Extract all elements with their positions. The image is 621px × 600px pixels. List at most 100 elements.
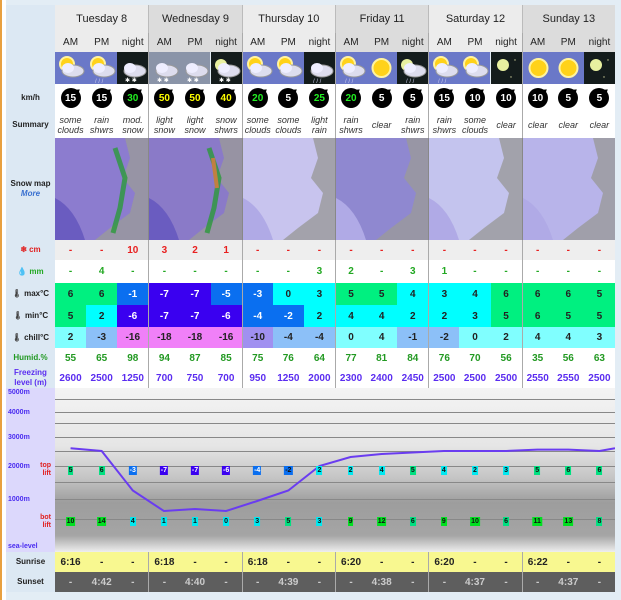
humidity-value: 63 [593,352,605,364]
humidity-value: 55 [64,352,77,364]
wind-speed: 10 [527,88,548,108]
max-temp-value: 6 [490,283,522,305]
period-label: PM [552,33,584,52]
max-temp-value: 0 [272,283,304,305]
summary-text: some clouds [57,115,84,135]
rain-mm-value: - [131,266,135,277]
sun-icon [521,52,553,84]
sun-cloud-rain-icon: / / / [334,52,367,84]
wind-arrow-icon: 5 [366,84,397,112]
moon-cloud-rain-icon: / / / [397,52,429,84]
max-temp-value: 6 [521,283,553,305]
summary-text: some clouds [275,115,302,135]
freezing-level-chart: 5 6 -3 -7 -7 -6 -4 -2 2 2 4 5 4 2 3 5 6 6 10 14 4 1 1 0 3 5 3 9 12 6 9… [55,388,615,552]
min-temp-value: 5 [583,305,615,327]
humidity-value: 81 [376,352,388,364]
snow-map-image[interactable] [521,138,615,240]
rain-mm-value: - [566,266,570,277]
bot-lift-temp: 6 [503,517,510,526]
wind-speed: 15 [91,88,112,108]
summary-text: rain shwrs [334,112,366,138]
wind-chill-value: -16 [117,327,149,348]
wind-speed: 30 [122,88,143,108]
period-label: night [303,33,335,52]
snow-cm-value: 1 [223,244,229,256]
max-temp-cells: 6 6 -1 -7 -7 -5 -3 0 3 5 5 4 3 4 6 6 6 5 [55,283,615,305]
wind-speed: 50 [154,88,175,108]
rain-mm-value: - [379,266,384,277]
sunset-time: - [583,572,615,592]
wind-chill-value: 4 [552,327,584,348]
wind-speed: 50 [184,88,205,108]
cloud-snow-icon: ✱ ✱ [179,52,211,84]
weather-icon-label [6,52,55,84]
day-header-0[interactable]: Tuesday 8 [55,5,149,33]
altitude-label: 1000m [8,496,30,503]
max-temp-value: -7 [148,283,180,305]
max-temp-label: 🌡 max°C [6,283,55,305]
thermometer-icon: 🌡 [11,332,23,342]
cloud-snow-icon: ✱ ✱ [148,52,180,84]
freezing-level-value: 2450 [401,372,424,384]
altitude-chart-label: 5000m 4000m 3000m 2000m 1000m sea-level top li… [6,388,55,552]
moon-icon [490,52,522,84]
day-header-5[interactable]: Sunday 13 [521,5,615,33]
wind-arrow-icon: 50 [148,84,179,112]
day-header-3[interactable]: Friday 11 [334,5,429,33]
snow-map-image[interactable] [241,138,335,240]
sun-cloud-icon [272,52,304,84]
wind-chill-value: 2 [490,327,522,348]
sunset-time: - [397,572,429,592]
sun-icon [366,52,398,84]
day-header-1[interactable]: Wednesday 9 [148,5,242,33]
period-label: AM [521,33,553,52]
humidity-value: 35 [521,348,553,368]
freezing-level-value: 2500 [494,372,518,384]
more-link[interactable]: More [21,189,40,198]
sunrise-time: - [490,552,522,572]
day-header-4[interactable]: Saturday 12 [428,5,522,33]
rain-mm-value: - [504,266,508,277]
period-label: night [117,33,149,52]
wind-speed: 20 [247,88,268,108]
wind-chill-value: 4 [521,327,553,348]
sunrise-row: Sunrise 6:16- -6:18- -6:18- -6:20- -6:20- -6:2… [6,552,615,572]
rain-mm-value: - [148,260,179,283]
top-lift-label: top lift [40,462,51,477]
min-temp-value: 5 [55,305,87,327]
bot-lift-temp: 4 [129,517,136,526]
sun-cloud-rain-icon: / / / [428,52,460,84]
max-temp-value: 6 [86,283,118,305]
thermometer-icon: 🌡 [11,289,23,298]
snow-map-image[interactable] [334,138,429,240]
wind-speed: 40 [216,88,237,108]
min-temp-value: 5 [552,305,584,327]
wind-arrow-icon: 5 [584,84,615,112]
snow-map-label-text: Snow map [10,179,51,188]
max-label-text: max°C [24,289,50,298]
humidity-value: 84 [407,352,419,364]
altitude-label: 3000m [8,434,30,441]
snow-cm-value: - [286,244,290,256]
humidity-value: 76 [428,348,459,368]
humidity-label: Humid.% [6,348,55,368]
min-temp-value: 3 [459,305,491,327]
sunrise-cells: 6:16- -6:18- -6:18- -6:20- -6:20- -6:22- - [55,552,615,572]
wind-chill-value: 2 [55,327,87,348]
freezing-label-text: Freezing level (m) [14,368,47,387]
wind-speed: 10 [464,88,485,108]
snow-cm-value: - [241,240,273,260]
min-temp-value: 6 [521,305,553,327]
min-temp-cells: 5 2 -6 -7 -7 -6 -4 -2 2 4 4 2 2 3 5 6 5 5 [55,305,615,327]
period-label: PM [459,33,491,52]
summary-text: rain shwrs [428,112,459,138]
snow-map-image[interactable] [428,138,522,240]
day-header-2[interactable]: Thursday 10 [241,5,335,33]
top-lift-temp: -3 [128,466,137,475]
top-lift-temp: 2 [347,466,354,475]
min-temp-value: 2 [86,305,118,327]
wind-speed: 25 [309,88,330,108]
snow-map-image[interactable] [55,138,149,240]
snow-map-image[interactable] [148,138,242,240]
summary-row: Summary some clouds rain shwrs mod. snow light s… [6,112,615,138]
